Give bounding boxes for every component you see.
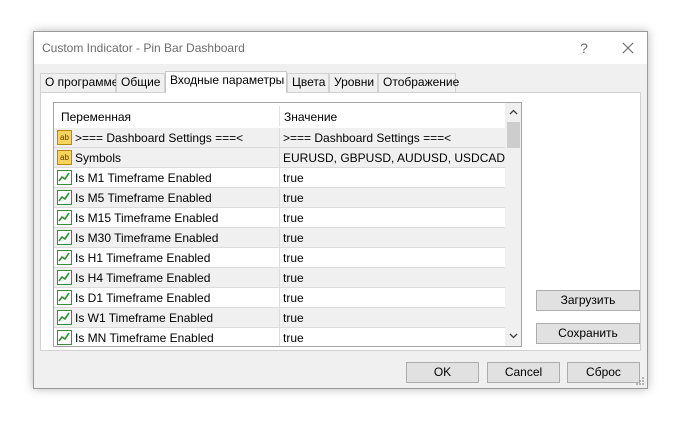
tab-display[interactable]: Отображение: [378, 73, 459, 92]
parameter-name: Is H1 Timeframe Enabled: [75, 251, 211, 265]
inputs-panel: Переменная Значение ab >=== Dashboard Se…: [40, 92, 641, 351]
tab-inputs[interactable]: Входные параметры: [165, 71, 287, 93]
parameter-value[interactable]: EURUSD, GBPUSD, AUDUSD, USDCAD, ...: [283, 151, 521, 165]
column-header-value[interactable]: Значение: [284, 110, 337, 124]
table-row[interactable]: Is M30 Timeframe Enabled true: [54, 228, 505, 248]
parameter-value[interactable]: true: [283, 331, 304, 345]
parameter-name: Is M30 Timeframe Enabled: [75, 231, 219, 245]
bool-type-icon: [57, 230, 72, 245]
load-button[interactable]: Загрузить: [536, 290, 640, 311]
tab-colors[interactable]: Цвета: [287, 73, 329, 92]
bool-type-icon: [57, 210, 72, 225]
bool-type-icon: [57, 290, 72, 305]
parameter-name: >=== Dashboard Settings ===<: [75, 131, 244, 145]
parameter-value[interactable]: true: [283, 291, 304, 305]
parameter-value[interactable]: true: [283, 311, 304, 325]
scroll-up-icon[interactable]: [505, 104, 521, 121]
grid-rows: ab >=== Dashboard Settings ===< >=== Das…: [54, 128, 521, 346]
close-icon[interactable]: [617, 38, 639, 58]
cell-separator: [279, 188, 280, 208]
table-row[interactable]: Is H4 Timeframe Enabled true: [54, 268, 505, 288]
save-button[interactable]: Сохранить: [536, 323, 640, 344]
cell-separator: [279, 268, 280, 288]
cell-separator: [279, 308, 280, 328]
parameter-value[interactable]: true: [283, 271, 304, 285]
parameter-value[interactable]: >=== Dashboard Settings ===<: [283, 131, 451, 145]
table-row[interactable]: ab >=== Dashboard Settings ===< >=== Das…: [54, 128, 505, 148]
bool-type-icon: [57, 270, 72, 285]
bool-type-icon: [57, 330, 72, 345]
resize-grip-icon[interactable]: [635, 376, 645, 386]
window-title: Custom Indicator - Pin Bar Dashboard: [42, 41, 245, 55]
parameter-value[interactable]: true: [283, 171, 304, 185]
title-bar: Custom Indicator - Pin Bar Dashboard ?: [34, 32, 647, 64]
parameter-name: Is M15 Timeframe Enabled: [75, 211, 219, 225]
cell-separator: [279, 128, 280, 148]
tab-levels[interactable]: Уровни: [329, 73, 378, 92]
ok-button[interactable]: OK: [406, 362, 479, 383]
string-type-icon: ab: [57, 150, 72, 165]
parameter-name: Symbols: [75, 151, 122, 165]
column-header-variable[interactable]: Переменная: [61, 110, 131, 124]
parameter-value[interactable]: true: [283, 211, 304, 225]
cell-separator: [279, 168, 280, 188]
table-row[interactable]: Is M15 Timeframe Enabled true: [54, 208, 505, 228]
table-row[interactable]: Is M5 Timeframe Enabled true: [54, 188, 505, 208]
parameter-name: Is W1 Timeframe Enabled: [75, 311, 214, 325]
cell-separator: [279, 288, 280, 308]
cell-separator: [279, 228, 280, 248]
table-row[interactable]: Is D1 Timeframe Enabled true: [54, 288, 505, 308]
tab-about[interactable]: О программе: [40, 73, 118, 92]
parameter-value[interactable]: true: [283, 231, 304, 245]
table-row[interactable]: Is M1 Timeframe Enabled true: [54, 168, 505, 188]
bool-type-icon: [57, 170, 72, 185]
parameter-name: Is M5 Timeframe Enabled: [75, 191, 212, 205]
help-icon[interactable]: ?: [573, 38, 595, 58]
table-row[interactable]: Is MN Timeframe Enabled true: [54, 328, 505, 346]
table-row[interactable]: Is W1 Timeframe Enabled true: [54, 308, 505, 328]
parameter-value[interactable]: true: [283, 191, 304, 205]
dialog-window: Custom Indicator - Pin Bar Dashboard ? О…: [33, 31, 648, 389]
bool-type-icon: [57, 310, 72, 325]
column-separator[interactable]: [279, 106, 280, 126]
parameter-name: Is MN Timeframe Enabled: [75, 331, 214, 345]
cell-separator: [279, 328, 280, 346]
string-type-icon: ab: [57, 130, 72, 145]
table-row[interactable]: ab Symbols EURUSD, GBPUSD, AUDUSD, USDCA…: [54, 148, 521, 168]
tab-common[interactable]: Общие: [116, 73, 165, 92]
parameter-name: Is D1 Timeframe Enabled: [75, 291, 211, 305]
grid-header: Переменная Значение: [54, 103, 505, 128]
scroll-down-icon[interactable]: [505, 328, 521, 345]
parameter-value[interactable]: true: [283, 251, 304, 265]
cancel-button[interactable]: Cancel: [487, 362, 560, 383]
cell-separator: [279, 248, 280, 268]
bool-type-icon: [57, 250, 72, 265]
table-row[interactable]: Is H1 Timeframe Enabled true: [54, 248, 505, 268]
parameter-name: Is H4 Timeframe Enabled: [75, 271, 211, 285]
vertical-scrollbar[interactable]: [505, 103, 521, 346]
reset-button[interactable]: Сброс: [567, 362, 640, 383]
parameter-name: Is M1 Timeframe Enabled: [75, 171, 212, 185]
parameters-grid: Переменная Значение ab >=== Dashboard Se…: [53, 102, 522, 347]
cell-separator: [279, 208, 280, 228]
scrollbar-thumb[interactable]: [507, 122, 520, 148]
bool-type-icon: [57, 190, 72, 205]
cell-separator: [279, 148, 280, 168]
